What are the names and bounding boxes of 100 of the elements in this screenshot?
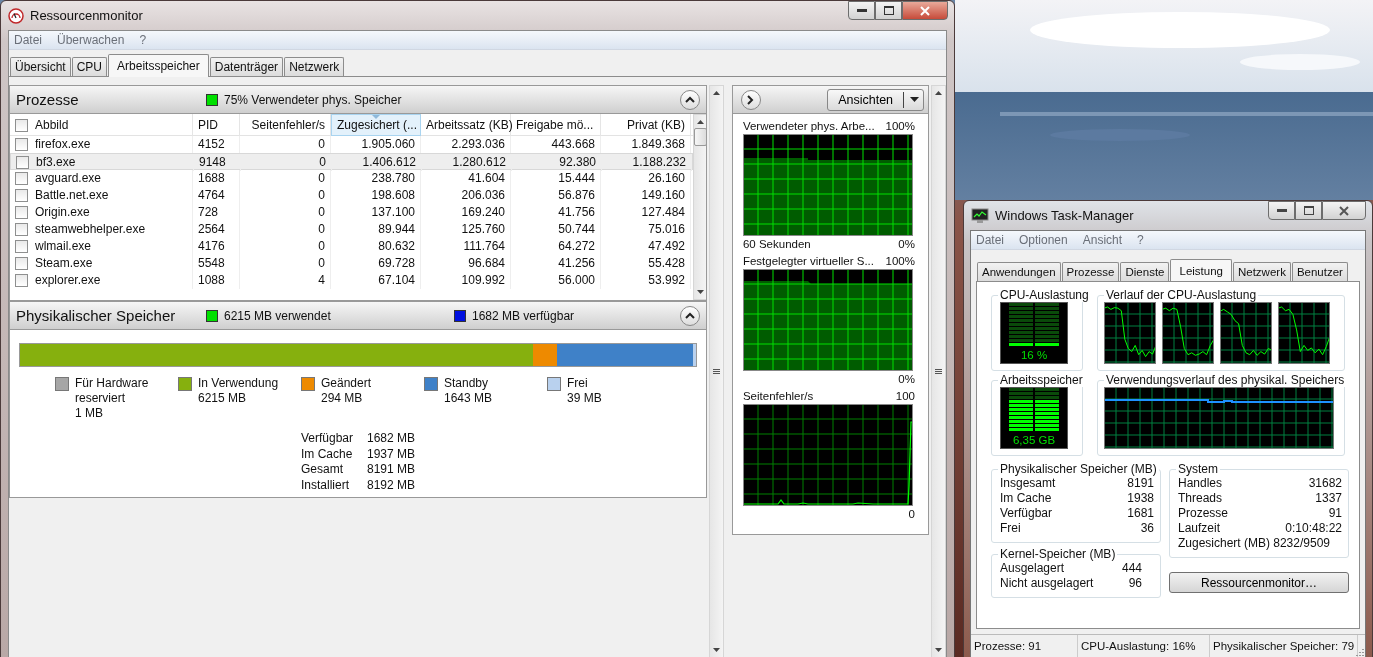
table-cell: 5548 — [193, 255, 240, 272]
menu-item[interactable]: Ansicht — [1082, 233, 1123, 247]
tab[interactable]: CPU — [71, 57, 108, 76]
table-cell: 56.876 — [511, 187, 601, 204]
checkbox[interactable] — [15, 118, 28, 132]
checkbox[interactable] — [15, 138, 28, 151]
group-title: Arbeitsspeicher — [999, 373, 1084, 387]
scrollbar[interactable] — [693, 114, 706, 300]
menu-item[interactable]: Datei — [976, 233, 1004, 247]
menu-item[interactable]: ? — [1137, 233, 1144, 247]
tab[interactable]: Leistung — [1170, 259, 1232, 282]
minimize-icon — [1276, 208, 1287, 213]
close-button[interactable] — [1322, 201, 1366, 220]
table-cell: 125.760 — [421, 221, 511, 238]
tab[interactable]: Prozesse — [1061, 262, 1120, 281]
section-header[interactable]: Physikalischer Speicher 6215 MB verwendet 1682 MB verfügbar — [9, 301, 707, 330]
stat-label: Verfügbar — [1000, 506, 1053, 521]
tab[interactable]: Datenträger — [209, 57, 284, 76]
process-name: Steam.exe — [35, 255, 93, 272]
maximize-icon — [883, 6, 894, 15]
graph-caption: 60 Sekunden — [742, 237, 811, 252]
table-cell: 109.992 — [421, 272, 511, 289]
status-text: Physikalischer Speicher: 79 — [1210, 635, 1359, 657]
scrollbar[interactable] — [709, 85, 724, 657]
legend-label: Geändert — [321, 376, 373, 391]
menu-item[interactable]: Optionen — [1019, 233, 1068, 247]
table-cell: 4176 — [193, 238, 240, 255]
memory-used-label: 6215 MB verwendet — [224, 308, 332, 323]
table-cell: 111.764 — [421, 238, 511, 255]
tab[interactable]: Netzwerk — [284, 57, 345, 76]
table-row[interactable]: explorer.exe 1088 4 67.104 109.992 56.000 53.992 — [10, 272, 693, 289]
views-button[interactable]: Ansichten — [827, 88, 925, 111]
table-row[interactable]: Origin.exe 728 0 137.100 169.240 41.756 127.484 — [10, 204, 693, 221]
column-header[interactable]: Abbild — [10, 114, 193, 136]
resource-monitor-button[interactable]: Ressourcenmonitor… — [1169, 572, 1349, 593]
column-header[interactable]: Zugesichert (... — [331, 114, 421, 136]
minimize-button[interactable] — [848, 1, 875, 20]
process-name: steamwebhelper.exe — [35, 221, 146, 238]
table-cell: 728 — [193, 204, 240, 221]
stat-label: Gesamt — [301, 462, 344, 478]
column-header[interactable]: Privat (KB) — [601, 114, 691, 136]
collapse-button[interactable] — [680, 305, 700, 326]
section-title: Physikalischer Speicher — [16, 307, 177, 324]
checkbox[interactable] — [15, 240, 28, 253]
menu-item[interactable]: Überwachen — [57, 33, 125, 47]
table-cell: 89.944 — [331, 221, 421, 238]
table-row[interactable]: Battle.net.exe 4764 0 198.608 206.036 56.876 149.160 — [10, 187, 693, 204]
group-title: System — [1177, 462, 1219, 476]
minimize-button[interactable] — [1268, 201, 1295, 220]
checkbox[interactable] — [15, 189, 28, 202]
caret-icon — [910, 97, 920, 102]
group-title: CPU-Auslastung — [999, 288, 1090, 302]
legend-label: Für Hardware reserviert — [75, 376, 150, 406]
stat-value: 8192 MB — [367, 477, 417, 493]
column-header[interactable]: Freigabe mö... — [511, 114, 601, 136]
tab[interactable]: Benutzer — [1291, 262, 1348, 281]
column-header[interactable]: PID — [193, 114, 240, 136]
table-row[interactable]: wlmail.exe 4176 0 80.632 111.764 64.272 47.492 — [10, 238, 693, 255]
graph-min-label: 0% — [898, 237, 915, 252]
table-cell: 1.280.612 — [422, 154, 512, 171]
section-header[interactable]: Prozesse 75% Verwendeter phys. Speicher — [9, 85, 707, 114]
table-cell: 1.188.232 — [602, 154, 692, 171]
checkbox[interactable] — [15, 257, 28, 270]
stat-label: Laufzeit — [1178, 521, 1221, 536]
checkbox[interactable] — [15, 223, 28, 236]
column-header[interactable]: Arbeitssatz (KB) — [421, 114, 511, 136]
expand-button[interactable] — [740, 89, 761, 110]
table-row[interactable]: avguard.exe 1688 0 238.780 41.604 15.444 26.160 — [10, 170, 693, 187]
table-row[interactable]: Steam.exe 5548 0 69.728 96.684 41.256 55.428 — [10, 255, 693, 272]
process-name: Origin.exe — [35, 204, 90, 221]
column-label: Freigabe mö... — [516, 118, 594, 132]
table-cell: 96.684 — [421, 255, 511, 272]
graph-title: Verwendeter phys. Arbe... — [742, 119, 875, 134]
collapse-button[interactable] — [680, 89, 700, 110]
tab[interactable]: Übersicht — [10, 57, 71, 76]
tab[interactable]: Arbeitsspeicher — [108, 54, 209, 77]
stat-label: Installiert — [301, 477, 351, 493]
checkbox[interactable] — [15, 172, 28, 185]
graph-max-label: 100% — [885, 119, 915, 134]
maximize-icon — [1303, 206, 1314, 215]
close-button[interactable] — [902, 1, 948, 20]
stat-value: 1682 MB — [367, 431, 417, 447]
memory-usage-label: 75% Verwendeter phys. Speicher — [224, 92, 402, 107]
menu-item[interactable]: Datei — [14, 33, 42, 47]
menu-item[interactable]: ? — [139, 33, 147, 47]
scrollbar-thumb[interactable] — [693, 128, 706, 146]
table-row[interactable]: bf3.exe 9148 0 1.406.612 1.280.612 92.380 1.188.232 — [10, 153, 693, 170]
table-row[interactable]: steamwebhelper.exe 2564 0 89.944 125.760 50.744 75.016 — [10, 221, 693, 238]
scrollbar[interactable] — [931, 85, 946, 657]
checkbox[interactable] — [15, 274, 28, 287]
checkbox[interactable] — [16, 156, 29, 169]
maximize-button[interactable] — [875, 1, 902, 20]
tab[interactable]: Netzwerk — [1232, 262, 1291, 281]
maximize-button[interactable] — [1295, 201, 1322, 220]
tab[interactable]: Dienste — [1120, 262, 1170, 281]
table-cell: 69.728 — [331, 255, 421, 272]
tab[interactable]: Anwendungen — [977, 262, 1061, 281]
column-label: Abbild — [35, 118, 69, 132]
status-text: Prozesse: 91 — [971, 635, 1078, 657]
checkbox[interactable] — [15, 206, 28, 219]
